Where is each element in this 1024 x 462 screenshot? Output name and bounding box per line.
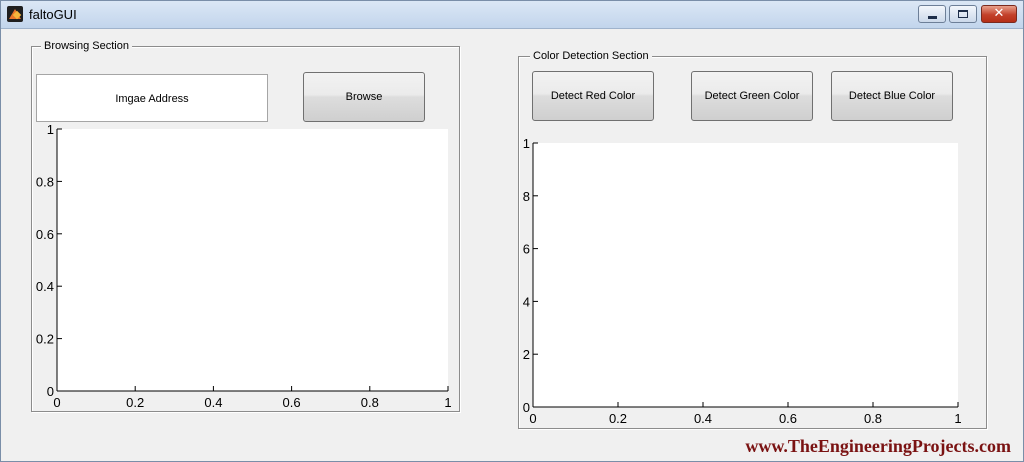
app-window: faltoGUI ✕ Browsing Section Color Detect… [0, 0, 1024, 462]
x-tick-label: 0.4 [204, 395, 222, 410]
x-tick-label: 0 [53, 395, 60, 410]
y-tick-label: 0 [47, 384, 54, 399]
x-tick-label: 1 [444, 395, 451, 410]
y-tick-label: 1 [523, 136, 530, 151]
watermark-text: www.TheEngineeringProjects.com [745, 436, 1011, 456]
y-tick-label: 0.4 [36, 279, 54, 294]
y-tick-label: 4 [523, 294, 530, 309]
x-tick-label: 1 [954, 411, 961, 426]
x-tick-label: 0.2 [126, 395, 144, 410]
axes-left-ticks: 0 0.2 0.4 0.6 0.8 1 0 0.2 0.4 0.6 0.8 1 [36, 122, 452, 410]
x-tick-label: 0.4 [694, 411, 712, 426]
y-tick-label: 0.2 [36, 332, 54, 347]
axes-right-ticks: 0 0.2 0.4 0.6 0.8 1 0 2 4 6 8 1 [523, 136, 962, 426]
x-tick-label: 0.2 [609, 411, 627, 426]
y-tick-label: 0 [523, 400, 530, 415]
x-tick-label: 0 [529, 411, 536, 426]
y-tick-label: 0.6 [36, 227, 54, 242]
y-tick-label: 2 [523, 347, 530, 362]
x-tick-label: 0.6 [779, 411, 797, 426]
x-tick-label: 0.8 [864, 411, 882, 426]
y-tick-label: 6 [523, 242, 530, 257]
y-tick-label: 8 [523, 189, 530, 204]
y-tick-label: 1 [47, 122, 54, 137]
x-tick-label: 0.8 [361, 395, 379, 410]
x-tick-label: 0.6 [283, 395, 301, 410]
y-tick-label: 0.8 [36, 174, 54, 189]
axes-overlay: 0 0.2 0.4 0.6 0.8 100.20.40.60.81 0 0.2 0.4 0.6 0… [36, 122, 962, 426]
